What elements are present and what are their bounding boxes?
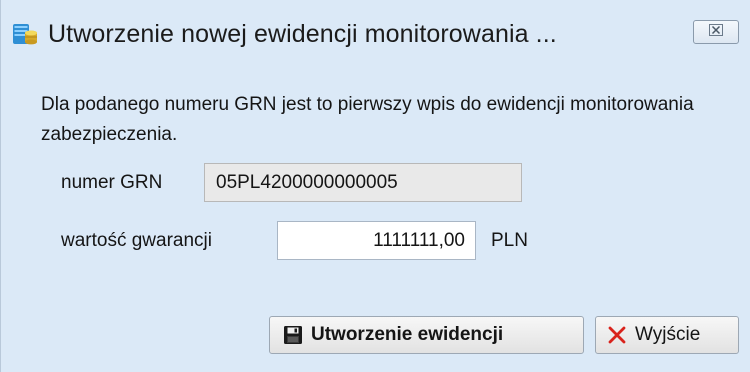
guarantee-value-input[interactable]: [277, 221, 476, 260]
currency-label: PLN: [491, 230, 528, 251]
dialog-window: Utworzenie nowej ewidencji monitorowania…: [0, 0, 750, 372]
close-icon: [709, 23, 723, 41]
create-record-label: Utworzenie ewidencji: [311, 324, 504, 345]
title-bar[interactable]: Utworzenie nowej ewidencji monitorowania…: [1, 0, 750, 62]
info-message: Dla podanego numeru GRN jest to pierwszy…: [41, 94, 694, 145]
create-record-button[interactable]: Utworzenie ewidencji: [269, 316, 584, 354]
exit-button[interactable]: Wyjście: [595, 316, 739, 354]
save-icon: [283, 325, 303, 345]
dialog-content: Dla podanego numeru GRN jest to pierwszy…: [1, 62, 750, 372]
grn-label: numer GRN: [61, 172, 163, 193]
guarantee-label: wartość gwarancji: [61, 230, 212, 251]
cross-icon: [607, 325, 627, 345]
close-button[interactable]: [693, 20, 739, 44]
window-title: Utworzenie nowej ewidencji monitorowania…: [48, 20, 557, 48]
database-icon: [12, 21, 38, 47]
exit-label: Wyjście: [635, 324, 701, 345]
grn-field: 05PL4200000000005: [204, 163, 522, 202]
